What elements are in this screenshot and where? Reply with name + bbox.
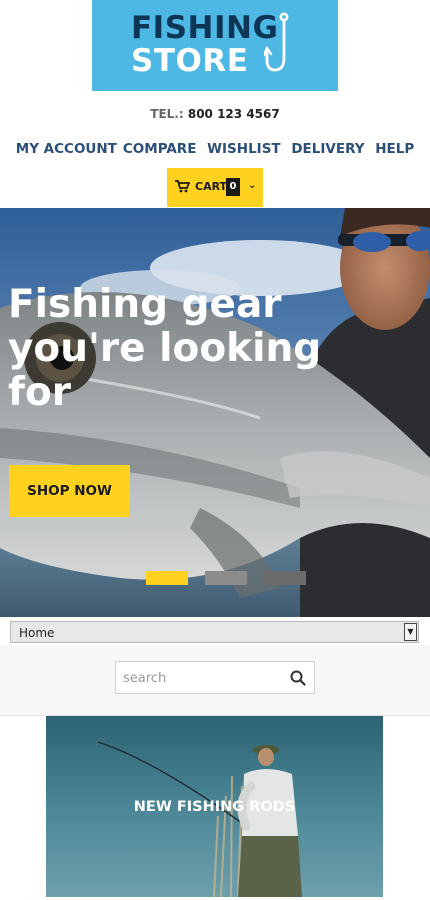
nav-compare[interactable]: COMPARE — [123, 141, 197, 157]
nav-help[interactable]: HELP — [375, 141, 414, 157]
slider-dot-1[interactable] — [146, 571, 188, 585]
phone-number[interactable]: 800 123 4567 — [188, 107, 280, 121]
search-icon[interactable] — [290, 670, 306, 686]
slider-dot-3[interactable] — [264, 571, 306, 585]
top-nav: MY ACCOUNT COMPARE WISHLIST DELIVERY HELP — [0, 141, 430, 157]
promo-banner-new-fishing-rods[interactable]: NEW FISHING RODS — [46, 716, 383, 897]
logo-line-1: FISHING — [131, 10, 279, 46]
cart-button[interactable]: CART 0 ⌄ — [167, 168, 263, 207]
slider-dot-2[interactable] — [205, 571, 247, 585]
category-select-value: Home — [19, 626, 55, 640]
phone-line: TEL.: 800 123 4567 — [0, 107, 430, 121]
cart-count-badge: 0 — [226, 178, 240, 196]
hero-slider: Fishing gear you're looking for SHOP NOW — [0, 208, 430, 617]
nav-wishlist[interactable]: WISHLIST — [207, 141, 281, 157]
store-logo[interactable]: FISHING STORE — [92, 0, 338, 91]
phone-label: TEL.: — [150, 107, 184, 121]
nav-delivery[interactable]: DELIVERY — [291, 141, 364, 157]
hero-title: Fishing gear you're looking for — [8, 282, 322, 415]
search-band — [0, 645, 430, 716]
select-arrow-icon[interactable]: ▼ — [404, 623, 417, 641]
shop-now-button[interactable]: SHOP NOW — [9, 465, 130, 517]
logo-line-2: STORE — [131, 43, 249, 79]
nav-my-account[interactable]: MY ACCOUNT — [16, 141, 117, 157]
cart-label: CART — [195, 180, 228, 193]
shopping-cart-icon — [175, 180, 190, 193]
fishing-hook-icon — [264, 12, 289, 72]
search-input[interactable] — [121, 668, 285, 688]
promo-title: NEW FISHING RODS — [133, 799, 296, 815]
chevron-down-icon: ⌄ — [248, 180, 257, 191]
search-box — [115, 661, 315, 694]
category-select[interactable]: Home ▼ — [10, 621, 419, 643]
